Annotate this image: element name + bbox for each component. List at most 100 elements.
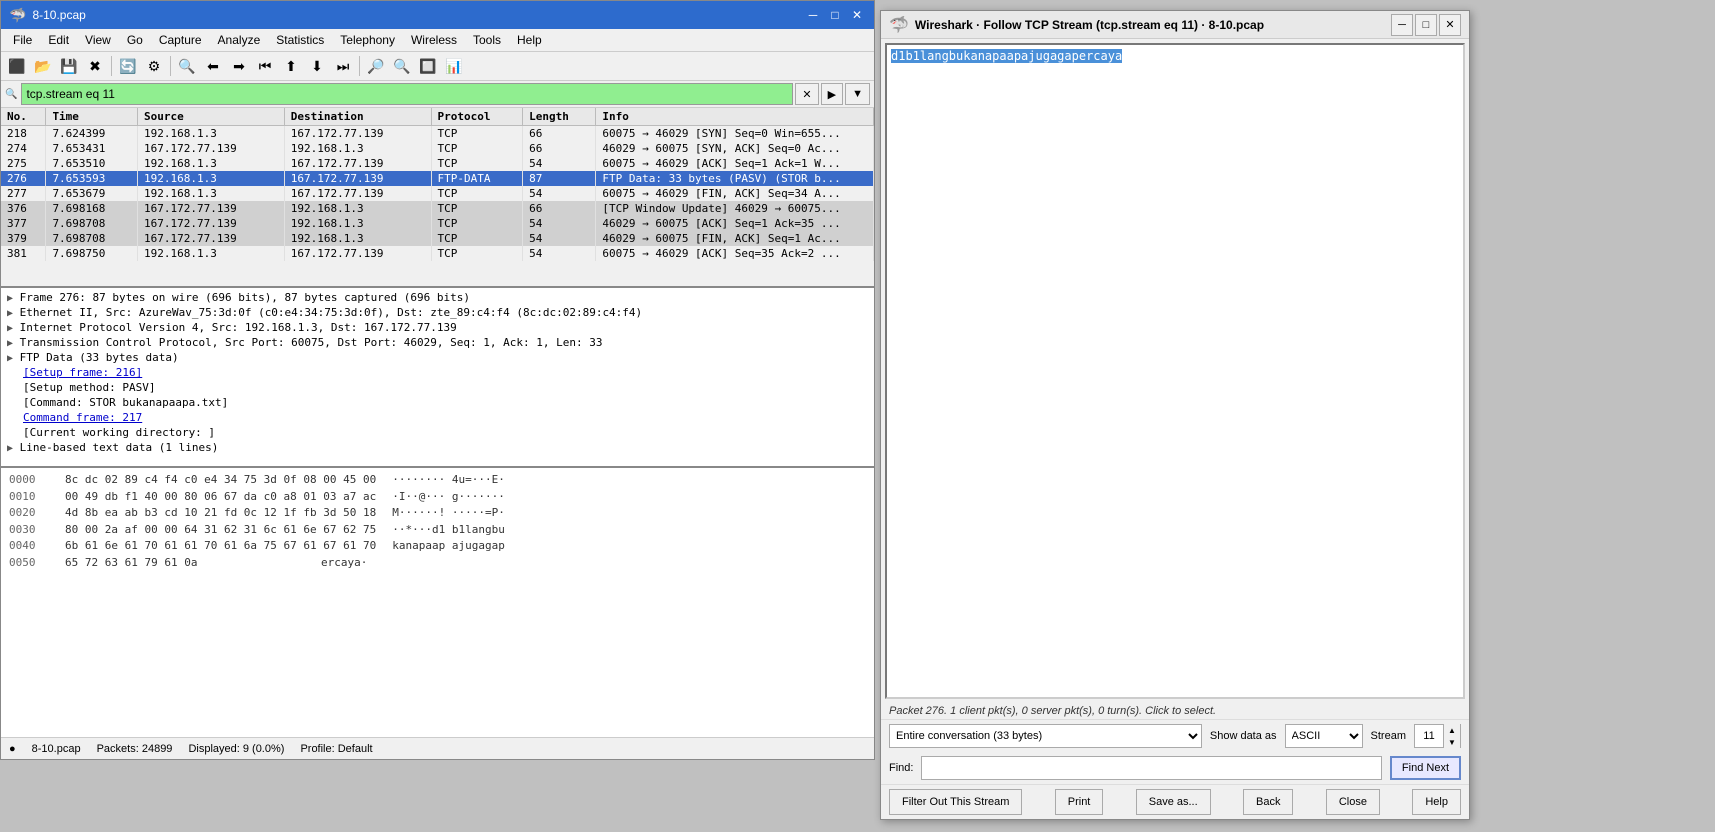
filter-dropdown-button[interactable]: ▼ <box>845 83 870 105</box>
toolbar-open[interactable]: 📂 <box>31 54 55 78</box>
hex-bytes: 8c dc 02 89 c4 f4 c0 e4 34 75 3d 0f 08 0… <box>65 472 376 489</box>
back-button[interactable]: Back <box>1243 789 1293 815</box>
filter-out-stream-button[interactable]: Filter Out This Stream <box>889 789 1022 815</box>
status-bar: ● 8-10.pcap Packets: 24899 Displayed: 9 … <box>1 737 874 759</box>
tcp-close-button[interactable]: ✕ <box>1439 14 1461 36</box>
detail-ip[interactable]: ▶ Internet Protocol Version 4, Src: 192.… <box>3 320 872 335</box>
stream-up-button[interactable]: ▲ <box>1444 724 1460 736</box>
menu-analyze[interactable]: Analyze <box>210 31 269 49</box>
hex-ascii: ··*···d1 b1langbu <box>392 522 505 539</box>
menu-telephony[interactable]: Telephony <box>332 31 403 49</box>
detail-command-frame[interactable]: Command frame: 217 <box>19 410 872 425</box>
tcp-maximize-button[interactable]: □ <box>1415 14 1437 36</box>
filter-clear-button[interactable]: ✕ <box>795 83 818 105</box>
save-as-button[interactable]: Save as... <box>1136 789 1211 815</box>
filter-input[interactable] <box>21 83 793 105</box>
close-button[interactable]: ✕ <box>848 6 866 24</box>
toolbar-new[interactable]: ⬛ <box>5 54 29 78</box>
toolbar-close[interactable]: ✖ <box>83 54 107 78</box>
help-tcp-button[interactable]: Help <box>1412 789 1461 815</box>
toolbar-go-first[interactable]: ⏮ <box>253 54 277 78</box>
command-frame-link[interactable]: Command frame: 217 <box>23 411 142 424</box>
find-next-button-visible[interactable]: Find Next <box>1390 756 1461 780</box>
detail-frame[interactable]: ▶ Frame 276: 87 bytes on wire (696 bits)… <box>3 290 872 305</box>
stream-content-area[interactable]: d1b1langbukanapaapajugagapercaya <box>885 43 1465 699</box>
conversation-select[interactable]: Entire conversation (33 bytes) <box>889 724 1202 748</box>
col-length[interactable]: Length <box>523 108 596 126</box>
minimize-button[interactable]: ─ <box>804 6 822 24</box>
find-input[interactable] <box>921 756 1381 780</box>
menu-edit[interactable]: Edit <box>40 31 77 49</box>
table-row[interactable]: 2747.653431167.172.77.139192.168.1.3TCP6… <box>1 141 874 156</box>
ready-indicator: ● <box>9 743 16 755</box>
table-row[interactable]: 2777.653679192.168.1.3167.172.77.139TCP5… <box>1 186 874 201</box>
table-row[interactable]: 3817.698750192.168.1.3167.172.77.139TCP5… <box>1 246 874 261</box>
hex-row: 003080 00 2a af 00 00 64 31 62 31 6c 61 … <box>9 522 866 539</box>
menu-capture[interactable]: Capture <box>151 31 210 49</box>
detail-tcp[interactable]: ▶ Transmission Control Protocol, Src Por… <box>3 335 872 350</box>
tcp-title-bar: 🦈 Wireshark · Follow TCP Stream (tcp.str… <box>881 11 1469 39</box>
status-filename: 8-10.pcap <box>32 743 81 755</box>
menu-tools[interactable]: Tools <box>465 31 509 49</box>
packet-info-bar: Packet 276. 1 client pkt(s), 0 server pk… <box>881 703 1469 719</box>
table-row[interactable]: 3797.698708167.172.77.139192.168.1.3TCP5… <box>1 231 874 246</box>
tcp-window-title: Wireshark · Follow TCP Stream (tcp.strea… <box>915 18 1264 32</box>
table-row[interactable]: 3767.698168167.172.77.139192.168.1.3TCP6… <box>1 201 874 216</box>
menu-help[interactable]: Help <box>509 31 550 49</box>
maximize-button[interactable]: □ <box>826 6 844 24</box>
toolbar-zoom-reset[interactable]: 🔲 <box>416 54 440 78</box>
toolbar-zoom-out[interactable]: 🔍 <box>390 54 414 78</box>
toolbar-go-last[interactable]: ⏭ <box>331 54 355 78</box>
packet-list[interactable]: No. Time Source Destination Protocol Len… <box>1 108 874 288</box>
main-title: 8-10.pcap <box>32 8 85 22</box>
hex-bytes: 65 72 63 61 79 61 0a <box>65 555 305 572</box>
packet-info-text: Packet 276. 1 client pkt(s), 0 server pk… <box>889 705 1216 717</box>
toolbar-resize[interactable]: 📊 <box>442 54 466 78</box>
filter-icon: 🔍 <box>5 89 17 100</box>
toolbar-zoom-in[interactable]: 🔎 <box>364 54 388 78</box>
toolbar-sep-3 <box>359 56 360 76</box>
table-row[interactable]: 2187.624399192.168.1.3167.172.77.139TCP6… <box>1 126 874 142</box>
toolbar-go-next[interactable]: ⬇ <box>305 54 329 78</box>
tcp-minimize-button[interactable]: ─ <box>1391 14 1413 36</box>
menu-statistics[interactable]: Statistics <box>268 31 332 49</box>
toolbar-go-back[interactable]: ⬅ <box>201 54 225 78</box>
menu-view[interactable]: View <box>77 31 119 49</box>
stream-number-input[interactable] <box>1415 725 1443 747</box>
table-row[interactable]: 2757.653510192.168.1.3167.172.77.139TCP5… <box>1 156 874 171</box>
table-row[interactable]: 3777.698708167.172.77.139192.168.1.3TCP5… <box>1 216 874 231</box>
table-row[interactable]: 2767.653593192.168.1.3167.172.77.139FTP-… <box>1 171 874 186</box>
hex-offset: 0010 <box>9 489 49 506</box>
col-destination[interactable]: Destination <box>284 108 431 126</box>
toolbar-go-prev[interactable]: ⬆ <box>279 54 303 78</box>
toolbar-find[interactable]: 🔍 <box>175 54 199 78</box>
menu-go[interactable]: Go <box>119 31 151 49</box>
col-info[interactable]: Info <box>596 108 874 126</box>
main-window: 🦈 8-10.pcap ─ □ ✕ File Edit View Go Capt… <box>0 0 875 760</box>
detail-ethernet[interactable]: ▶ Ethernet II, Src: AzureWav_75:3d:0f (c… <box>3 305 872 320</box>
filter-apply-button[interactable]: ▶ <box>821 83 843 105</box>
hex-offset: 0000 <box>9 472 49 489</box>
menu-file[interactable]: File <box>5 31 40 49</box>
stream-down-button[interactable]: ▼ <box>1444 736 1460 748</box>
detail-ftp[interactable]: ▶ FTP Data (33 bytes data) <box>3 350 872 365</box>
toolbar-capture-options[interactable]: ⚙ <box>142 54 166 78</box>
col-time[interactable]: Time <box>46 108 138 126</box>
col-protocol[interactable]: Protocol <box>431 108 523 126</box>
find-label: Find: <box>889 762 913 774</box>
hex-dump[interactable]: 0000 8c dc 02 89 c4 f4 c0 e4 34 75 3d 0f … <box>1 468 874 737</box>
show-data-select[interactable]: ASCII Hex Dump C Arrays Raw YAML <box>1285 724 1363 748</box>
close-tcp-button[interactable]: Close <box>1326 789 1380 815</box>
packet-details[interactable]: ▶ Frame 276: 87 bytes on wire (696 bits)… <box>1 288 874 468</box>
col-no[interactable]: No. <box>1 108 46 126</box>
col-source[interactable]: Source <box>138 108 285 126</box>
detail-setup-frame[interactable]: [Setup frame: 216] <box>19 365 872 380</box>
setup-frame-link[interactable]: [Setup frame: 216] <box>23 366 142 379</box>
toolbar-go-forward[interactable]: ➡ <box>227 54 251 78</box>
toolbar-reload[interactable]: 🔄 <box>116 54 140 78</box>
hex-bytes: 4d 8b ea ab b3 cd 10 21 fd 0c 12 1f fb 3… <box>65 505 376 522</box>
menu-wireless[interactable]: Wireless <box>403 31 465 49</box>
print-button[interactable]: Print <box>1055 789 1104 815</box>
toolbar-save[interactable]: 💾 <box>57 54 81 78</box>
detail-line-based[interactable]: ▶ Line-based text data (1 lines) <box>3 440 872 455</box>
